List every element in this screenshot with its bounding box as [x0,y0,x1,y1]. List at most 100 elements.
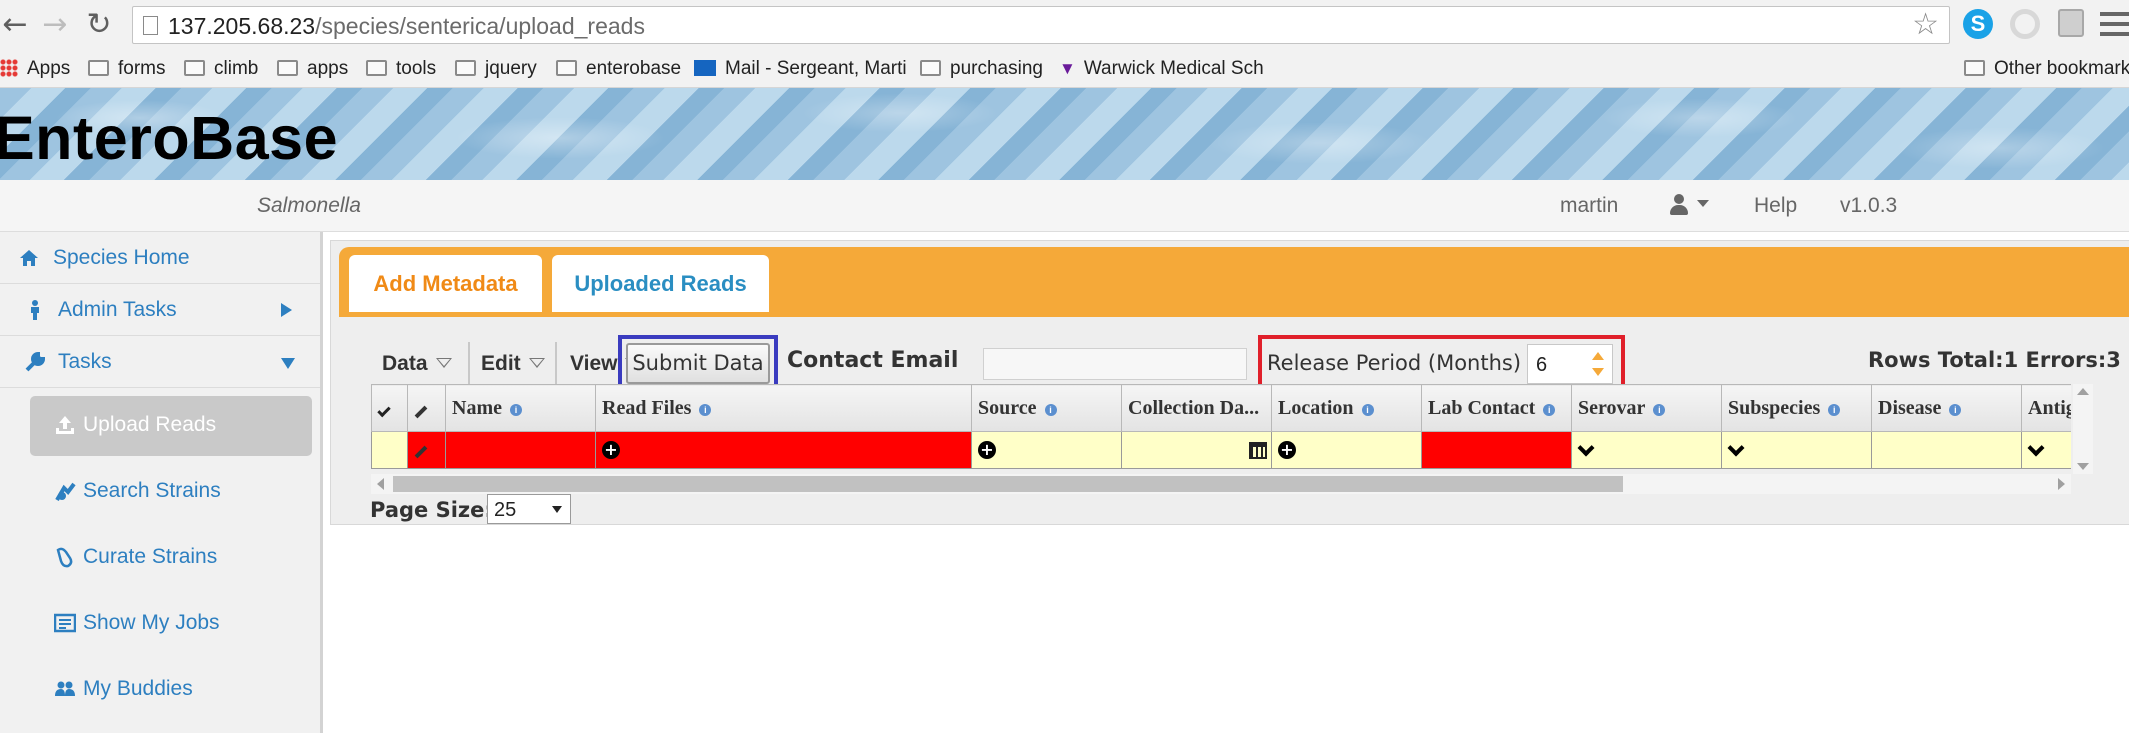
sidebar-subitem-search-strains[interactable]: Search Strains [30,462,312,522]
info-icon[interactable]: i [1543,404,1556,416]
scroll-up-icon[interactable] [2077,388,2089,395]
column-header-serovar[interactable]: Serovar i [1571,384,1722,432]
info-icon[interactable]: i [1044,404,1057,416]
bookmark-star-icon[interactable]: ☆ [1912,9,1939,41]
scrollbar-thumb[interactable] [393,476,1623,492]
cell-lab-contact[interactable] [1421,431,1572,469]
spinner-down-icon[interactable] [1592,368,1604,376]
cell-antigen[interactable] [2021,431,2071,469]
forward-arrow-icon[interactable]: → [40,10,70,40]
add-icon[interactable]: + [978,440,996,459]
chevron-down-icon[interactable] [2027,439,2045,457]
address-bar[interactable]: 137.205.68.23/species/senterica/upload_r… [132,6,1950,44]
column-header-subspecies[interactable]: Subspecies i [1721,384,1872,432]
user-icon[interactable] [1669,194,1689,216]
sidebar-item-tasks[interactable]: Tasks [0,336,320,388]
column-header-label: Subspecies [1728,397,1821,419]
cell-disease[interactable] [1871,431,2022,469]
add-icon[interactable]: + [1278,440,1296,459]
column-header-location[interactable]: Location i [1271,384,1422,432]
bookmark-warwick[interactable]: ▼ Warwick Medical Scho [1059,55,1264,83]
back-arrow-icon[interactable]: ← [0,10,30,40]
bookmark-apps-folder[interactable]: apps [277,55,348,83]
cell-read-files[interactable]: + [595,431,972,469]
scroll-right-icon[interactable] [2058,478,2065,490]
contact-email-input[interactable] [983,348,1247,380]
bookmark-forms[interactable]: forms [88,55,166,83]
bookmark-mail[interactable]: Mail - Sergeant, Marti [694,55,949,83]
reload-icon[interactable]: ↻ [84,10,114,40]
scroll-down-icon[interactable] [2077,463,2089,470]
edit-column-header [407,384,446,432]
info-icon[interactable]: i [699,404,712,416]
browser-toolbar: ← → ↻ 137.205.68.23/species/senterica/up… [0,0,2129,51]
page-size-select[interactable]: 25 [487,494,571,524]
column-header-collection-date[interactable]: Collection Da... [1121,384,1272,432]
pencil-icon[interactable] [414,445,428,459]
horizontal-scrollbar[interactable] [371,474,2071,494]
bookmark-apps[interactable]: Apps [0,55,70,83]
bookmark-climb[interactable]: climb [184,55,258,83]
tab-uploaded-reads[interactable]: Uploaded Reads [552,255,769,312]
bookmark-purchasing[interactable]: purchasing [920,55,1043,83]
info-icon[interactable]: i [1653,404,1666,416]
column-header-name[interactable]: Name i [445,384,596,432]
extension-cube-icon[interactable] [2058,9,2084,37]
chevron-down-icon[interactable] [1727,439,1745,457]
scroll-left-icon[interactable] [377,478,384,490]
extension-ring-icon[interactable] [2010,9,2040,39]
cell-location[interactable]: + [1271,431,1422,469]
info-icon[interactable]: i [1949,404,1962,416]
sidebar-subitem-curate-strains[interactable]: Curate Strains [30,528,312,588]
data-menu[interactable]: Data [382,342,452,386]
user-caret-icon[interactable] [1697,200,1709,207]
bookmark-other[interactable]: Other bookmarks [1964,55,2129,83]
bookmark-enterobase[interactable]: enterobase [556,55,681,83]
url-text[interactable]: 137.205.68.23/species/senterica/upload_r… [168,13,645,39]
calendar-icon[interactable] [1249,442,1267,459]
release-period-input[interactable]: 6 [1527,344,1613,384]
browser-menu-icon[interactable] [2100,12,2129,36]
sidebar-item-species-home[interactable]: Species Home [0,232,320,284]
vertical-scrollbar[interactable] [2073,384,2093,474]
column-header-disease[interactable]: Disease i [1871,384,2022,432]
tab-add-metadata[interactable]: Add Metadata [349,255,542,312]
user-name[interactable]: martin [1560,193,1618,219]
spinner-up-icon[interactable] [1592,352,1604,360]
sidebar-item-admin-tasks[interactable]: Admin Tasks [0,284,320,336]
table-row: + + + [371,431,2071,469]
release-period-label: Release Period (Months) [1267,351,1522,375]
chevron-down-icon[interactable] [1577,439,1595,457]
info-icon[interactable]: i [509,404,522,416]
info-icon[interactable]: i [1828,404,1841,416]
toolbar-divider [555,342,557,386]
sidebar-subitem-upload-reads[interactable]: Upload Reads [30,396,312,456]
bookmark-jquery[interactable]: jquery [455,55,537,83]
folder-icon [184,60,205,76]
sidebar-subitem-my-buddies[interactable]: My Buddies [30,660,312,720]
column-header-antigen[interactable]: Antig [2021,384,2071,432]
main-panel: Add Metadata Uploaded Reads Data Edit Vi… [330,240,2129,525]
column-header-lab-contact[interactable]: Lab Contact i [1421,384,1572,432]
row-select-cell[interactable] [371,431,408,469]
cell-subspecies[interactable] [1721,431,1872,469]
skype-extension-icon[interactable]: S [1963,9,1993,39]
select-column-header[interactable] [371,384,408,432]
cell-source[interactable]: + [971,431,1122,469]
curate-icon [56,547,73,568]
help-link[interactable]: Help [1754,193,1797,219]
cell-name[interactable] [445,431,596,469]
cell-serovar[interactable] [1571,431,1722,469]
info-icon[interactable]: i [1361,404,1374,416]
edit-menu[interactable]: Edit [481,342,545,386]
sidebar-item-label: Upload Reads [83,413,217,436]
column-header-source[interactable]: Source i [971,384,1122,432]
bookmark-tools[interactable]: tools [366,55,436,83]
sidebar-subitem-show-my-jobs[interactable]: Show My Jobs [30,594,312,654]
column-header-read-files[interactable]: Read Files i [595,384,972,432]
row-edit-cell[interactable] [407,431,446,469]
submit-data-button[interactable]: Submit Data [626,343,770,384]
add-icon[interactable]: + [602,440,620,459]
site-title[interactable]: EnteroBase [0,106,338,170]
cell-collection-date[interactable] [1121,431,1272,469]
